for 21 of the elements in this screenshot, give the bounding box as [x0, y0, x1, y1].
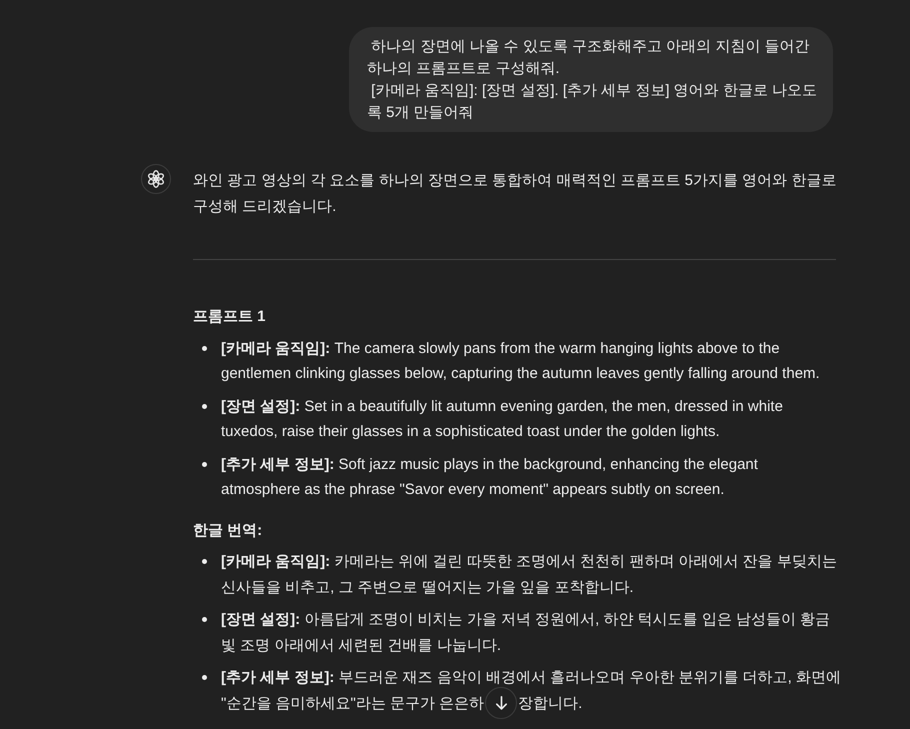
bullet-text: [카메라 움직임]: The camera slowly pans from the warm hanging lights above to the gentlemen clinking glasses below, capturing the autumn leaves gently falling around them. — [221, 338, 821, 384]
bullet-text: [장면 설정]: 아름답게 조명이 비치는 가을 저녁 정원에서, 하얀 턱시도를 입은 남성들이 황금빛 조명 아래에서 세련된 건배를 나눕니다. — [221, 610, 832, 656]
section-heading: 프롬프트 1 — [193, 307, 267, 327]
scroll-down-button[interactable] — [485, 687, 518, 720]
bullet-text-fragment: 장합니다. — [518, 694, 582, 714]
bullet-text: [장면 설정]: Set in a beautifully lit autumn evening garden, the men, dressed in white tuxedos, raise their glasses in a sophisticated toast under the golden lights. — [221, 396, 784, 442]
user-message-bubble: 하나의 장면에 나올 수 있도록 구조화해주고 아래의 지침이 들어간 하나의 프롬프트로 구성해줘. [카메라 움직임]: [장면 설정]. [추가 세부 정보] 영어와 한글로 나오도록 5개 만들어줘 — [349, 27, 833, 132]
bullet-icon — [202, 675, 207, 680]
knot-avatar-icon — [141, 164, 171, 194]
assistant-intro-text: 와인 광고 영상의 각 요소를 하나의 장면으로 통합하여 매력적인 프롬프트 5가지를 영어와 한글로 구성해 드리겠습니다. — [193, 171, 838, 216]
bullet-text: [추가 세부 정보]: Soft jazz music plays in the background, enhancing the elegant atmosphere as the phrase "Savor every moment" appears subtly on screen. — [221, 454, 759, 500]
bullet-icon — [202, 462, 207, 466]
section-heading: 한글 번역: — [193, 520, 264, 540]
bullet-icon — [202, 346, 207, 350]
bullet-icon — [202, 404, 207, 408]
bullet-text: [추가 세부 정보]: 부드러운 재즈 음악이 배경에서 흘러나오며 우아한 분위기를 더하고, 화면에 — [221, 668, 842, 688]
arrow-down-icon — [496, 696, 507, 710]
bullet-text-fragment: "순간을 음미하세요"라는 문구가 은은하 — [221, 694, 484, 714]
bullet-icon — [202, 617, 207, 622]
bullet-text: [카메라 움직임]: 카메라는 위에 걸린 따뜻한 조명에서 천천히 팬하며 아래에서 잔을 부딪치는 신사들을 비추고, 그 주변으로 떨어지는 가을 잎을 포착합니다. — [221, 552, 838, 598]
bullet-icon — [202, 559, 207, 564]
